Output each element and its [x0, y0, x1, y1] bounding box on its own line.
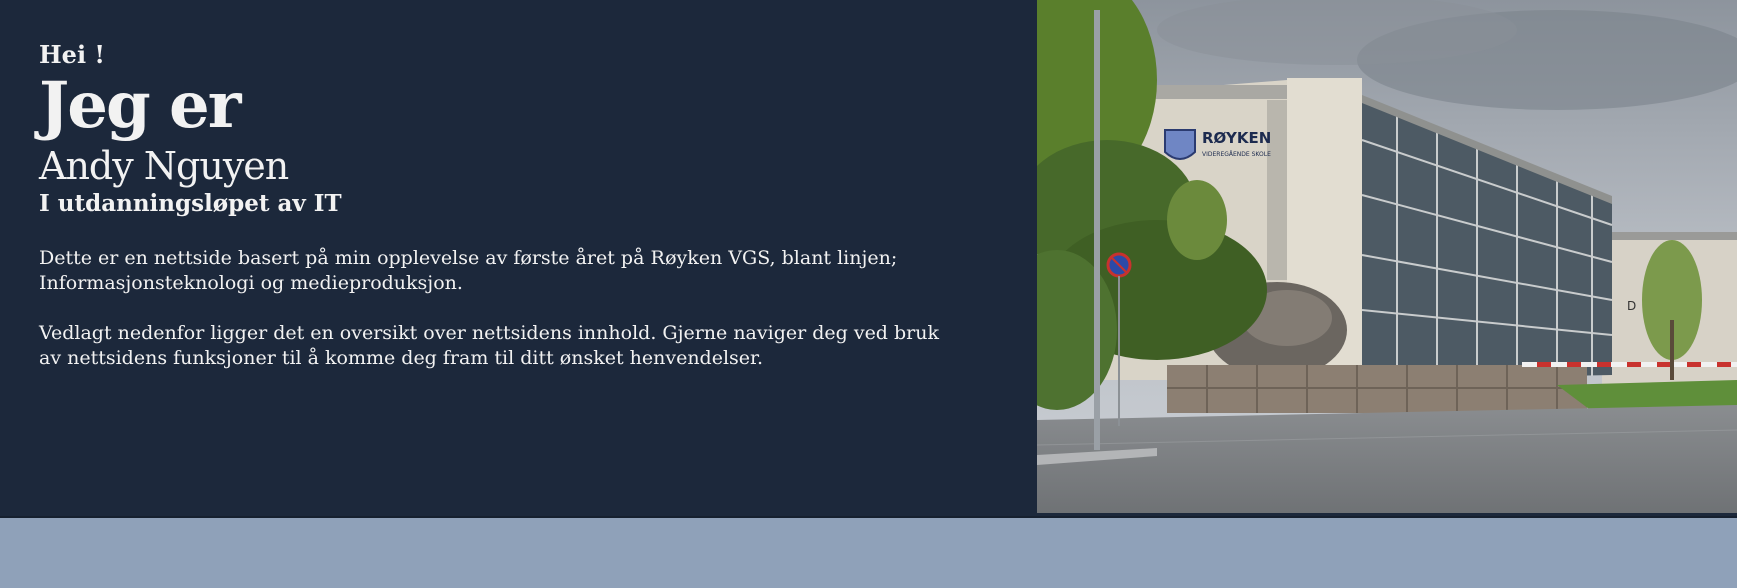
intro-text-block: Hei ! Jeg er Andy Nguyen I utdanningsløp… [39, 40, 999, 371]
author-name: Andy Nguyen [39, 144, 289, 188]
school-crest-icon [1164, 129, 1196, 160]
intro-paragraph-2: Vedlagt nedenfor ligger det en oversikt … [39, 322, 940, 369]
school-sign-title: RØYKEN [1202, 129, 1271, 147]
hero-section: Hei ! Jeg er Andy Nguyen I utdanningsløp… [0, 0, 1737, 518]
building-letter: D [1627, 299, 1636, 313]
school-sign-subtitle: VIDEREGÅENDE SKOLE [1202, 151, 1271, 158]
greeting: Hei ! [39, 40, 105, 69]
page-title: Jeg er [39, 68, 241, 143]
school-building-photo: D RØYKEN VIDEREGÅENDE SKOLE [1037, 0, 1737, 513]
intro-paragraph-1: Dette er en nettside basert på min opple… [39, 247, 898, 294]
subtitle: I utdanningsløpet av IT [39, 190, 342, 217]
